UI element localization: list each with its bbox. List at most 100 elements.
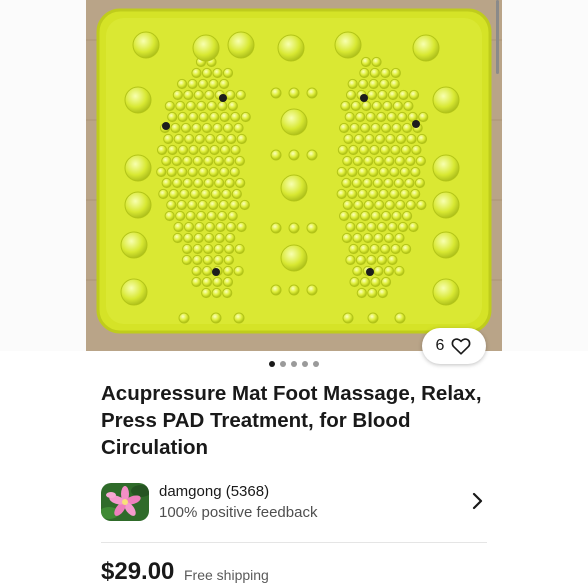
foot-nub (368, 166, 379, 178)
foot-nub (369, 144, 380, 156)
foot-nub (204, 221, 216, 233)
foot-nub (377, 89, 388, 101)
product-image[interactable] (86, 0, 502, 351)
foot-nub (164, 100, 175, 112)
large-knob (280, 108, 308, 136)
foot-nub (351, 177, 362, 189)
foot-nub (209, 144, 220, 156)
foot-nub (219, 144, 231, 156)
foot-nub (224, 155, 235, 167)
carousel-dot[interactable] (291, 361, 297, 367)
foot-nub (372, 177, 383, 189)
carousel-dot[interactable] (280, 361, 286, 367)
foot-nub (341, 232, 353, 244)
foot-nub (414, 177, 425, 189)
foot-nub (218, 199, 229, 211)
foot-nub (208, 199, 219, 211)
foot-nub (395, 199, 406, 211)
chevron-right-icon[interactable] (471, 492, 485, 510)
foot-nub (236, 221, 247, 233)
center-nub (233, 312, 245, 324)
foot-nub (358, 78, 369, 90)
foot-nub (191, 67, 202, 79)
large-knob (334, 31, 362, 59)
watch-button[interactable]: 6 (422, 328, 486, 364)
foot-nub (349, 122, 360, 134)
foot-nub (192, 155, 203, 167)
foot-nub (194, 221, 205, 233)
foot-nub (177, 166, 188, 178)
foot-nub (208, 166, 219, 178)
foot-nub (416, 199, 427, 211)
foot-nub (187, 199, 198, 211)
foot-nub (368, 188, 379, 200)
carousel-dot[interactable] (269, 361, 275, 367)
foot-nub (373, 265, 384, 277)
large-knob (280, 174, 308, 202)
foot-nub (389, 78, 400, 90)
magnet-stud (162, 122, 170, 130)
foot-nub (390, 144, 401, 156)
large-knob (192, 34, 220, 62)
foot-nub (401, 122, 413, 134)
foot-nub (345, 221, 356, 233)
foot-nub (349, 276, 360, 288)
foot-nub (229, 166, 240, 178)
foot-nub (173, 133, 184, 145)
foot-nub (202, 265, 213, 277)
foot-nub (362, 232, 374, 244)
foot-nub (401, 243, 412, 255)
foot-nub (380, 122, 392, 134)
large-knob (432, 278, 460, 306)
large-knob (124, 86, 152, 114)
foot-nub (349, 210, 360, 222)
seller-name[interactable]: damgong (5368) (159, 483, 269, 500)
center-nub (270, 222, 282, 234)
foot-nub (166, 166, 177, 178)
foot-nub (167, 111, 178, 123)
foot-nub (225, 221, 237, 233)
foot-nub (347, 166, 358, 178)
large-knob (227, 31, 255, 59)
foot-nub (175, 100, 186, 112)
foot-nub (175, 210, 186, 222)
foot-nub (389, 166, 400, 178)
foot-nub (352, 155, 363, 167)
foot-nub (366, 254, 377, 266)
foot-nub (364, 133, 375, 145)
seller-feedback: 100% positive feedback (159, 504, 318, 521)
seller-card[interactable]: damgong (5368) 100% positive feedback (101, 481, 491, 523)
foot-nub (170, 122, 181, 134)
scrollbar[interactable] (496, 0, 499, 74)
foot-nub (191, 276, 202, 288)
foot-nub (227, 100, 238, 112)
foot-nub (217, 210, 228, 222)
seller-avatar[interactable] (101, 483, 149, 521)
foot-nub (177, 144, 189, 156)
foot-nub (236, 133, 247, 145)
foot-nub (376, 254, 388, 266)
foot-nub (221, 188, 232, 200)
image-carousel-dots[interactable] (0, 361, 588, 367)
foot-nub (213, 254, 224, 266)
magnet-stud (360, 94, 368, 102)
foot-nub (196, 100, 207, 112)
foot-nub (355, 111, 366, 123)
foot-nub (209, 111, 220, 123)
foot-nub (355, 221, 367, 233)
foot-nub (168, 188, 179, 200)
foot-nub (398, 89, 409, 101)
carousel-dot[interactable] (313, 361, 319, 367)
carousel-dot[interactable] (302, 361, 308, 367)
foot-nub (173, 221, 184, 233)
foot-nub (353, 199, 364, 211)
foot-nub (187, 78, 198, 90)
foot-nub (410, 188, 421, 200)
foot-nub (227, 210, 238, 222)
foot-nub (347, 78, 358, 90)
foot-nub (383, 232, 395, 244)
foot-nub (397, 111, 408, 123)
large-knob (132, 31, 160, 59)
foot-nub (393, 177, 404, 189)
foot-nub (164, 210, 175, 222)
